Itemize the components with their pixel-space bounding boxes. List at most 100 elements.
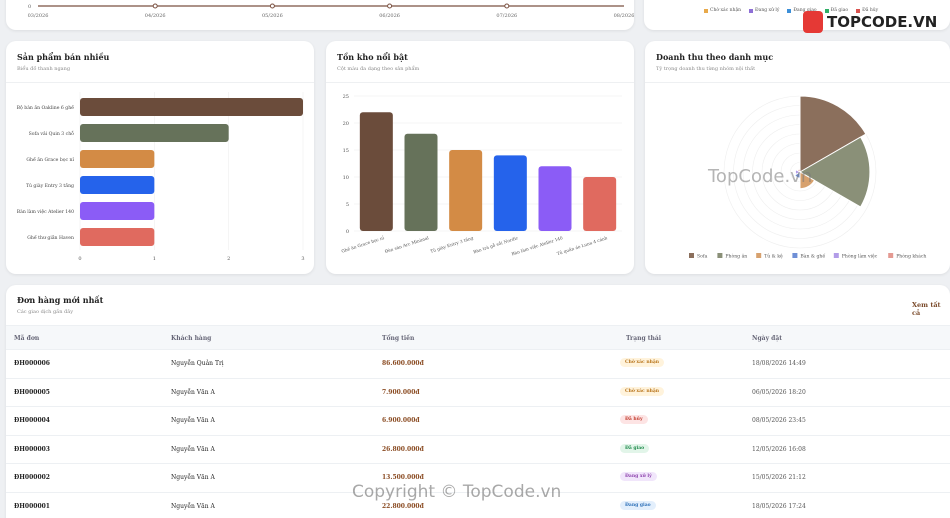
bar xyxy=(404,133,438,231)
x-tick-label: 1 xyxy=(153,256,156,262)
legend-label: Tủ & kệ xyxy=(764,253,783,260)
category-label: Bàn làm việc Atelier 140 xyxy=(17,208,74,215)
bar xyxy=(359,112,393,231)
legend-swatch xyxy=(749,8,754,13)
legend-swatch xyxy=(704,8,708,13)
legend-label: Sofa xyxy=(697,254,708,260)
divider xyxy=(645,82,950,83)
header-customer: Khách hàng xyxy=(171,335,212,342)
card-title: Tồn kho nổi bật xyxy=(337,52,408,62)
header-status: Trạng thái xyxy=(626,335,662,342)
y-tick: 0 xyxy=(28,4,31,10)
view-all-link[interactable]: Xem tất cả xyxy=(912,301,950,317)
legend-swatch xyxy=(833,253,839,258)
x-tick-label: 08/2026 xyxy=(614,13,634,19)
card-title: Đơn hàng mới nhất xyxy=(17,295,104,305)
order-date: 15/05/2026 21:12 xyxy=(752,474,806,481)
order-total: 86.600.000đ xyxy=(382,360,424,367)
bar xyxy=(80,176,155,194)
legend-label: Chờ xác nhận xyxy=(710,8,742,13)
legend-label: Phòng làm việc xyxy=(842,253,878,260)
card-title: Doanh thu theo danh mục xyxy=(656,52,774,62)
x-tick-label: 07/2026 xyxy=(496,13,517,19)
topcode-logo: TOPCODE.VN xyxy=(803,11,937,33)
divider xyxy=(6,82,314,83)
legend-item[interactable]: Đang xử lý xyxy=(749,8,779,13)
table-row[interactable]: ĐH000005 Nguyễn Văn A 7.900.000đ Chờ xác nh… xyxy=(6,377,950,406)
bar xyxy=(80,202,155,220)
y-tick-label: 5 xyxy=(346,202,349,208)
category-label: Tủ quần áo Luna 4 cánh xyxy=(556,235,608,257)
logo-mark-icon xyxy=(803,11,823,33)
order-id: ĐH000002 xyxy=(14,474,50,481)
card-subtitle: Các giao dịch gần đây xyxy=(17,309,74,315)
legend-swatch xyxy=(689,253,694,258)
card-title: Sản phẩm bán nhiều xyxy=(17,52,110,62)
customer-name: Nguyễn Văn A xyxy=(171,445,215,453)
legend-label: Phòng khách xyxy=(896,253,926,260)
legend-item[interactable]: Chờ xác nhận xyxy=(704,8,741,13)
stock-card: Tồn kho nổi bật Cột màu đa dạng theo sản… xyxy=(326,41,634,274)
category-label: Sofa vải Quin 3 chỗ xyxy=(29,129,75,137)
order-id: ĐH000005 xyxy=(14,388,50,396)
card-subtitle: Cột màu đa dạng theo sản phẩm xyxy=(337,66,420,72)
order-date: 12/05/2026 16:08 xyxy=(752,445,806,453)
order-date: 08/05/2026 23:45 xyxy=(752,417,806,424)
y-tick-label: 15 xyxy=(343,148,349,154)
bar xyxy=(493,155,527,231)
bar xyxy=(80,124,229,142)
order-total: 7.900.000đ xyxy=(382,388,420,396)
category-label: Bộ bàn ăn Oakline 6 ghế xyxy=(17,104,75,111)
monthly-line-chart-card: 0 03/2026 04/2026 05/2026 06/2026 07/2026 08/… xyxy=(6,0,634,30)
table-row[interactable]: ĐH000004 Nguyễn Văn A 6.900.000đ Đã hủy 08/0… xyxy=(6,406,950,434)
x-tick-label: 3 xyxy=(301,256,304,262)
order-id: ĐH000004 xyxy=(14,417,50,424)
category-label: Ghế thư giãn Haven xyxy=(27,234,74,241)
customer-name: Nguyễn Quản Trị xyxy=(171,360,224,367)
legend-swatch xyxy=(717,253,723,258)
bar xyxy=(80,98,303,116)
x-tick-label: 03/2026 xyxy=(28,13,49,19)
watermark-copyright: Copyright © TopCode.vn xyxy=(352,482,562,502)
category-label: Tủ giày Entry 3 tầng xyxy=(430,235,475,255)
best-sellers-bar-chart: 0 1 2 3 Bộ bàn ăn Oakline 6 ghế Sofa vải Quin… xyxy=(17,92,305,262)
legend-label: Đang xử lý xyxy=(755,8,780,13)
legend-swatch xyxy=(792,253,798,258)
x-tick-label: 2 xyxy=(227,256,230,262)
order-date: 18/08/2026 14:49 xyxy=(752,360,806,367)
customer-name: Nguyễn Văn A xyxy=(171,474,215,481)
bar xyxy=(583,177,617,231)
y-tick-label: 10 xyxy=(343,175,349,181)
card-subtitle: Biểu đồ thanh ngang xyxy=(17,66,71,72)
customer-name: Nguyễn Văn A xyxy=(171,388,215,396)
status-badge: Chờ xác nhận xyxy=(620,386,665,396)
status-badge: Đang xử lý xyxy=(620,472,657,481)
customer-name: Nguyễn Văn A xyxy=(171,502,215,510)
x-tick-label: 04/2026 xyxy=(145,13,166,19)
order-total: 6.900.000đ xyxy=(382,417,420,424)
customer-name: Nguyễn Văn A xyxy=(171,417,215,424)
category-label: Ghế ăn Grace bọc nỉ xyxy=(341,235,386,255)
x-tick-label: 06/2026 xyxy=(379,13,400,19)
x-tick-label: 0 xyxy=(78,256,81,262)
order-id: ĐH000006 xyxy=(14,360,50,367)
header-order-id: Mã đơn xyxy=(14,335,40,342)
x-tick-label: 05/2026 xyxy=(262,13,283,19)
order-date: 06/05/2026 18:20 xyxy=(752,388,806,396)
bar xyxy=(80,150,155,168)
y-tick-label: 25 xyxy=(343,94,349,100)
legend-swatch xyxy=(756,253,762,258)
bar xyxy=(449,150,483,231)
order-id: ĐH000001 xyxy=(14,502,50,510)
header-date: Ngày đặt xyxy=(752,335,782,342)
logo-text: TOPCODE.VN xyxy=(827,13,938,31)
data-point xyxy=(504,3,510,9)
status-badge: Đang giao xyxy=(620,500,656,510)
category-label: Ghế ăn Grace bọc nỉ xyxy=(26,156,74,163)
table-row[interactable]: ĐH000006 Nguyễn Quản Trị 86.600.000đ Chờ xá… xyxy=(6,349,950,377)
legend-label: Bàn & ghế xyxy=(800,253,825,260)
status-badge: Đã hủy xyxy=(620,415,648,424)
table-row[interactable]: ĐH000003 Nguyễn Văn A 26.800.000đ Đã giao 12… xyxy=(6,434,950,463)
legend-swatch xyxy=(888,253,894,258)
header-total: Tổng tiền xyxy=(382,335,415,342)
